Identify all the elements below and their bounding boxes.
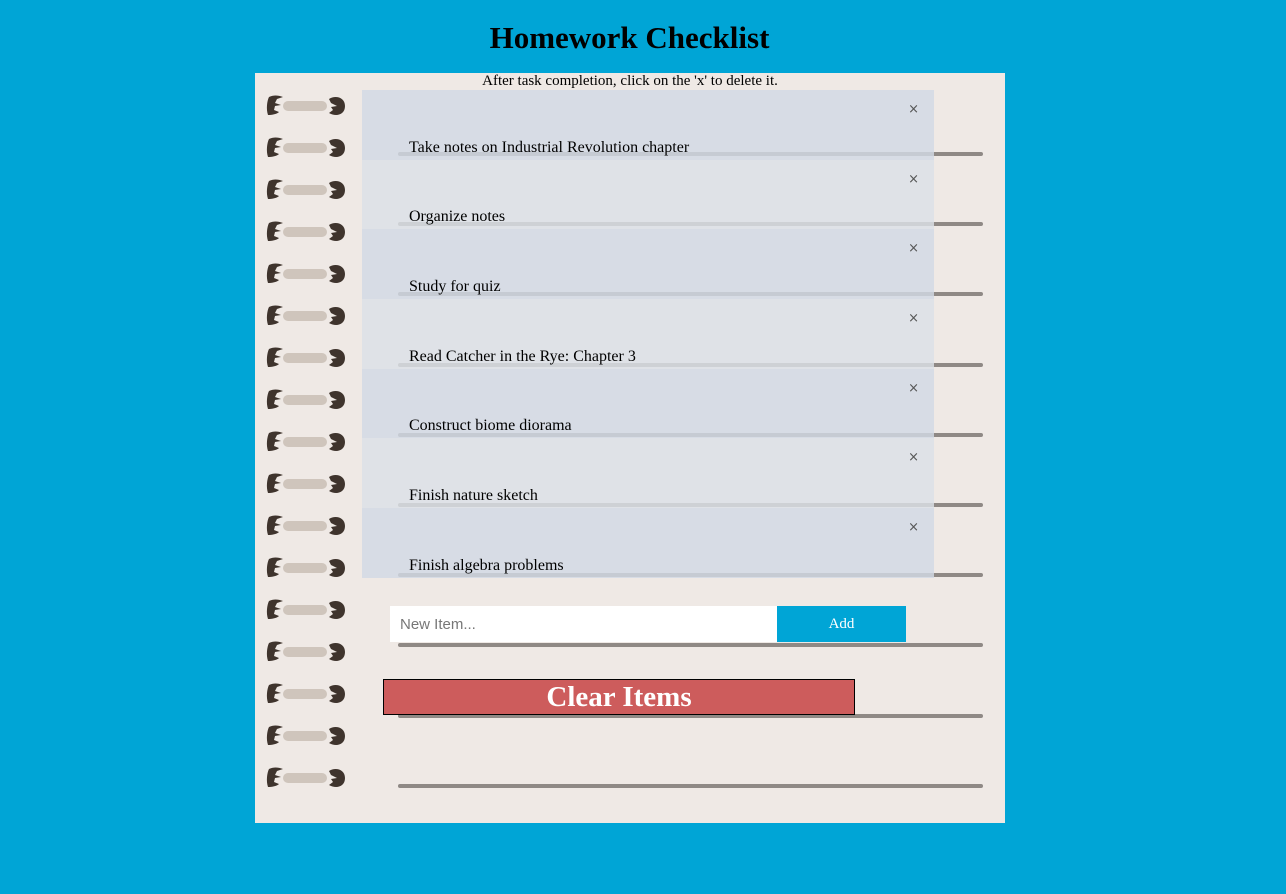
ruled-line [398,783,983,788]
close-x-icon[interactable]: × [908,520,919,535]
notebook-spiral-ring-icon [266,557,345,577]
task-text: Read Catcher in the Rye: Chapter 3 [409,347,636,365]
task-text: Organize notes [409,208,506,226]
notebook-spiral-ring-icon [266,305,345,325]
task-item[interactable]: × Study for quiz [362,229,934,300]
notebook-spiral-ring-icon [266,137,345,157]
add-button[interactable]: Add [777,606,906,642]
page-title: Homework Checklist [489,20,770,55]
notebook-spiral-ring-icon [266,683,345,703]
task-item[interactable]: × Construct biome diorama [362,368,934,439]
notebook-spiral-ring-icon [266,473,345,493]
notebook-spiral-ring-icon [266,725,345,745]
task-item[interactable]: × Read Catcher in the Rye: Chapter 3 [362,299,934,369]
clear-items-button[interactable]: Clear Items [383,679,855,715]
notebook-spiral-ring-icon [266,179,345,199]
notebook-spiral-ring-icon [266,599,345,619]
notebook-paper: After task completion, click on the 'x' … [255,73,1005,823]
instructions-text: After task completion, click on the 'x' … [482,73,778,89]
notebook-spiral-ring-icon [266,347,345,367]
task-item[interactable]: × Finish algebra problems [362,508,934,578]
notebook-spiral-ring-icon [266,263,345,283]
task-text: Study for quiz [409,278,501,296]
close-x-icon[interactable]: × [908,172,919,187]
task-item[interactable]: × Organize notes [362,159,934,230]
close-x-icon[interactable]: × [908,311,919,326]
close-x-icon[interactable]: × [908,102,919,117]
task-text: Take notes on Industrial Revolution chap… [409,138,690,156]
close-x-icon[interactable]: × [908,450,919,465]
close-x-icon[interactable]: × [908,381,919,396]
notebook-spiral-ring-icon [266,431,345,451]
task-text: Finish algebra problems [409,556,564,574]
task-text: Construct biome diorama [409,417,572,435]
notebook-spiral-ring-icon [266,389,345,409]
task-list: × Take notes on Industrial Revolution ch… [362,90,934,578]
notebook-spiral-ring-icon [266,641,345,661]
task-text: Finish nature sketch [409,487,538,505]
notebook-spiral-ring-icon [266,767,345,787]
notebook-spiral-ring-icon [266,221,345,241]
ruled-line [398,643,983,648]
notebook-spiral-ring-icon [266,95,345,115]
task-item[interactable]: × Take notes on Industrial Revolution ch… [362,90,934,160]
task-item[interactable]: × Finish nature sketch [362,438,934,509]
notebook-spiral-ring-icon [266,515,345,535]
new-item-input[interactable] [390,606,777,642]
close-x-icon[interactable]: × [908,241,919,256]
